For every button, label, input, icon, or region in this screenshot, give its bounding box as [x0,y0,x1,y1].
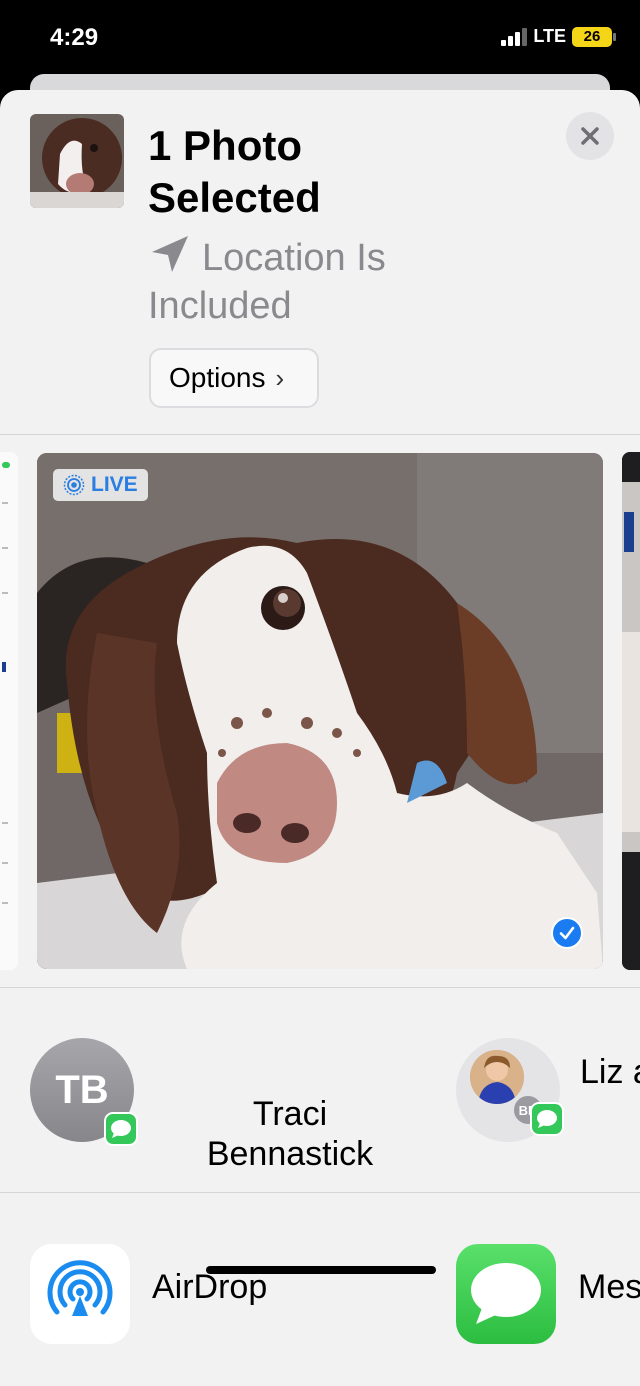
messages-icon[interactable] [456,1244,556,1344]
live-badge[interactable]: LIVE [53,469,148,501]
next-photo[interactable] [622,452,640,970]
location-info: Location Is Included [148,234,508,330]
close-button[interactable] [566,112,614,160]
avatar-initials: TB [55,1067,109,1112]
share-title: 1 Photo Selected [148,122,321,221]
battery-level: 26 [583,28,601,45]
home-indicator[interactable] [206,1266,436,1274]
network-type: LTE [533,26,566,46]
selected-checkmark-icon[interactable] [551,917,583,949]
people-suggestions: TB Traci Bennastick BD Liz [0,990,640,1190]
selected-photo[interactable]: LIVE [37,453,603,969]
dog-photo [37,453,603,969]
person-name: Traci Bennastick [206,1095,374,1173]
location-arrow-icon [152,236,188,272]
battery-icon: 26 [572,26,616,47]
status-time: 4:29 [50,24,99,51]
live-photo-icon [63,474,85,496]
close-icon [581,127,599,145]
apps-row: AirDrop Mes [0,1210,640,1386]
options-label: Options [169,362,266,393]
signal-icon [501,27,528,46]
messages-badge-icon [530,1102,564,1136]
status-indicators: LTE 26 [501,26,616,47]
status-bar: 4:29 LTE 26 [0,0,640,76]
member-photo [470,1050,524,1104]
divider [0,1192,640,1193]
person-name: Liz a [580,1053,640,1091]
divider [0,434,640,435]
live-label: LIVE [91,473,138,496]
share-sheet: 1 Photo Selected Location Is Included Op… [0,90,640,1386]
photo-carousel[interactable]: LIVE [0,452,640,970]
photo-thumbnail [30,114,124,208]
previous-photo[interactable] [0,452,18,970]
app-label: Mes [578,1268,640,1306]
chevron-right-icon: › [275,362,285,393]
messages-badge-icon [104,1112,138,1146]
share-header: 1 Photo Selected Location Is Included Op… [0,90,640,435]
divider [0,987,640,988]
airdrop-icon[interactable] [30,1244,130,1344]
options-button[interactable]: Options › [149,348,319,408]
